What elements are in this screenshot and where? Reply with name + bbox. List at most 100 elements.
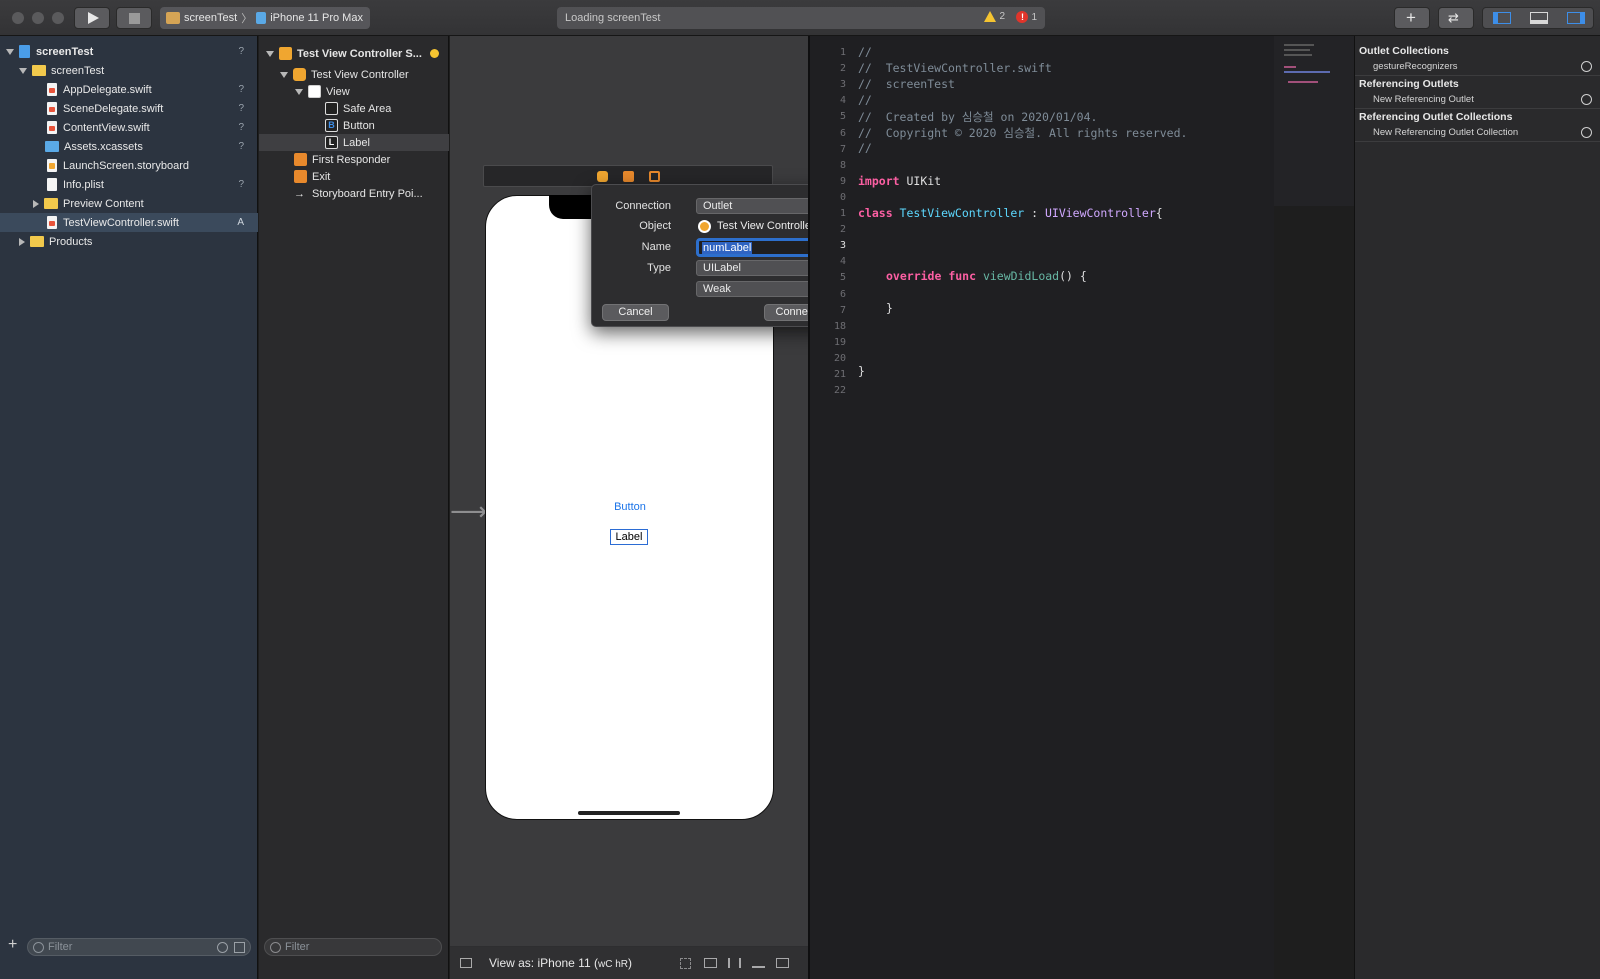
code-minimap[interactable] <box>1274 36 1354 206</box>
nav-item-label: screenTest <box>36 45 94 58</box>
object-value: Test View Controller <box>717 220 815 232</box>
outline-view-controller[interactable]: Test View Controller <box>259 66 449 83</box>
exit-icon[interactable] <box>649 171 660 182</box>
swift-file-icon <box>47 102 57 115</box>
code-line-class[interactable]: class TestViewController : UIViewControl… <box>858 206 1163 220</box>
nav-item-infoplist[interactable]: Info.plist ? <box>0 175 258 194</box>
scene-label[interactable]: Label <box>610 529 648 545</box>
code-line-outer-close[interactable]: } <box>858 364 865 378</box>
keyword-override: override <box>886 269 942 283</box>
add-constraints-icon[interactable] <box>728 958 741 968</box>
app-icon <box>166 12 180 24</box>
outline-button[interactable]: B Button <box>259 117 449 134</box>
line-number: 3 <box>839 240 846 252</box>
nav-item-assets[interactable]: Assets.xcassets ? <box>0 137 258 156</box>
scheme-selector[interactable]: screenTest 〉 iPhone 11 Pro Max <box>160 7 370 29</box>
nav-item-testviewcontroller[interactable]: TestViewController.swift A <box>0 213 258 232</box>
line-number: 0 <box>839 191 846 203</box>
line-number: 21 <box>833 369 846 380</box>
keyword-import: import <box>858 174 900 188</box>
status-badge: ? <box>238 103 244 114</box>
inspector-toggle-icon[interactable] <box>1567 12 1585 24</box>
code-line-4[interactable]: // <box>858 93 872 107</box>
embed-in-icon[interactable] <box>776 958 789 968</box>
divider <box>1355 108 1600 109</box>
canvas-bottom-bar: View as: iPhone 11 (wC hR) <box>450 946 808 979</box>
keyword-func: func <box>941 269 977 283</box>
navigator-toggle-icon[interactable] <box>1493 12 1511 24</box>
connection-circle-icon[interactable] <box>1581 61 1592 72</box>
outline-view[interactable]: View <box>259 83 449 100</box>
run-button[interactable] <box>74 7 110 29</box>
code-line-2[interactable]: // TestViewController.swift <box>858 61 1052 75</box>
code-line-inner-close[interactable]: } <box>886 301 893 315</box>
cancel-button[interactable]: Cancel <box>602 304 669 321</box>
nav-item-products[interactable]: Products <box>0 232 258 251</box>
view-icon <box>308 85 321 98</box>
nav-item-launchscreen[interactable]: LaunchScreen.storyboard <box>0 156 258 175</box>
disclosure-closed-icon <box>33 199 39 208</box>
first-responder-icon[interactable] <box>623 171 634 182</box>
nav-item-label: SceneDelegate.swift <box>63 102 164 115</box>
outline-label-item[interactable]: L Label <box>259 134 449 151</box>
code-line-5[interactable]: // Created by 심승철 on 2020/01/04. <box>858 109 1097 125</box>
superclass-name: UIViewController <box>1044 206 1156 220</box>
nav-item-label: ContentView.swift <box>63 121 150 134</box>
nav-item-label: LaunchScreen.storyboard <box>63 159 189 172</box>
view-controller-icon[interactable] <box>597 171 608 182</box>
code-line-3[interactable]: // screenTest <box>858 77 955 91</box>
code-line-1[interactable]: // <box>858 45 872 59</box>
code-line-6[interactable]: // Copyright © 2020 심승철. All rights rese… <box>858 125 1187 141</box>
outline-first-responder[interactable]: First Responder <box>259 151 449 168</box>
align-icon[interactable] <box>704 958 717 968</box>
outline-safe-area[interactable]: Safe Area <box>259 100 449 117</box>
nav-item-appdelegate[interactable]: AppDelegate.swift ? <box>0 80 258 99</box>
add-file-icon[interactable]: + <box>8 936 17 954</box>
connection-circle-icon[interactable] <box>1581 127 1592 138</box>
divider <box>1355 75 1600 76</box>
nav-item-scenedelegate[interactable]: SceneDelegate.swift ? <box>0 99 258 118</box>
outline-scene[interactable]: Test View Controller S... <box>259 45 449 62</box>
error-indicator[interactable]: ! 1 <box>1016 11 1037 23</box>
connection-circle-icon[interactable] <box>1581 94 1592 105</box>
status-badge: ? <box>238 141 244 152</box>
code-line-7[interactable]: // <box>858 141 872 155</box>
stop-button[interactable] <box>116 7 152 29</box>
disclosure-open-icon <box>19 67 27 74</box>
scm-filter-icon[interactable] <box>234 942 245 953</box>
debug-area-toggle-icon[interactable] <box>1530 12 1548 24</box>
outline-filter-input[interactable]: Filter <box>264 938 442 956</box>
recent-files-icon[interactable] <box>217 942 228 953</box>
status-badge: ? <box>238 84 244 95</box>
nav-item-group-screentest[interactable]: screenTest <box>0 61 258 80</box>
outline-exit[interactable]: Exit <box>259 168 449 185</box>
nav-item-contentview[interactable]: ContentView.swift ? <box>0 118 258 137</box>
zoom-window-button[interactable] <box>52 12 64 24</box>
navigator-filter-input[interactable]: Filter <box>27 938 251 956</box>
toggle-outline-icon[interactable] <box>460 958 472 968</box>
outline-entry-point[interactable]: → Storyboard Entry Poi... <box>259 185 449 202</box>
minimize-window-button[interactable] <box>32 12 44 24</box>
assistant-code-editor[interactable]: 1 2 3 4 5 6 7 8 9 0 1 2 3 4 5 6 7 18 19 20 21 22 // // TestVi… <box>808 36 1274 979</box>
nav-item-preview-content[interactable]: Preview Content <box>0 194 258 213</box>
warning-indicator[interactable]: 2 <box>984 11 1005 22</box>
line-number: 7 <box>839 304 846 316</box>
close-window-button[interactable] <box>12 12 24 24</box>
code-line-import[interactable]: import UIKit <box>858 174 941 188</box>
scene-button[interactable]: Button <box>600 501 660 513</box>
code-review-button[interactable]: ⇄ <box>1438 7 1474 29</box>
scene-icon <box>279 47 292 60</box>
view-as-label[interactable]: View as: iPhone 11 (wC hR) <box>489 956 632 970</box>
library-button[interactable]: + <box>1394 7 1430 29</box>
outline-label: Exit <box>312 170 331 183</box>
warning-count: 2 <box>999 11 1005 22</box>
resolve-issues-icon[interactable] <box>752 958 765 968</box>
nav-item-project[interactable]: screenTest ? <box>0 42 258 61</box>
chevron-right-icon: 〉 <box>241 13 253 25</box>
warning-icon <box>984 11 997 22</box>
swift-file-icon <box>47 83 57 96</box>
update-frames-icon[interactable] <box>680 958 691 969</box>
colon: : <box>1024 206 1045 220</box>
code-line-override[interactable]: override func viewDidLoad() { <box>886 269 1087 283</box>
exit-icon <box>294 170 307 183</box>
